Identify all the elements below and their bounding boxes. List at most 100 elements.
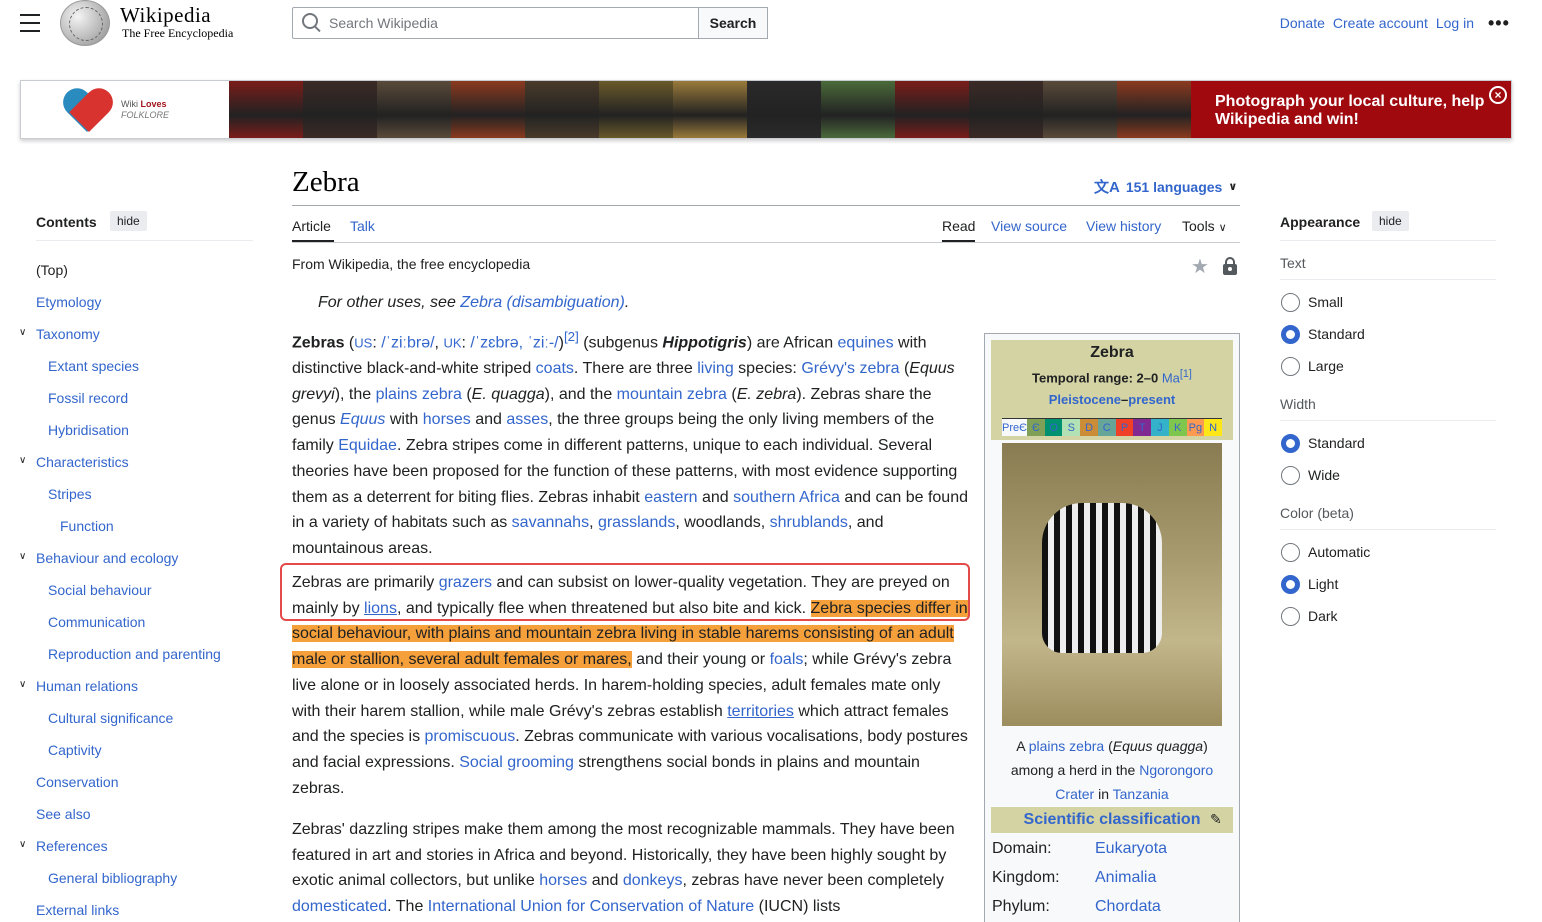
toc-item[interactable]: Communication bbox=[48, 614, 145, 630]
banner-photo-strip[interactable] bbox=[229, 81, 1191, 138]
banner-photo bbox=[673, 81, 747, 138]
radio-label[interactable]: Standard bbox=[1308, 435, 1365, 451]
ma-link[interactable]: Ma bbox=[1162, 370, 1180, 385]
toc-item[interactable]: General bibliography bbox=[48, 870, 177, 886]
timeline-period[interactable]: Є bbox=[1027, 419, 1045, 436]
radio-button[interactable] bbox=[1281, 543, 1300, 562]
banner-logo-wiki: Wiki bbox=[121, 98, 138, 109]
toc-hide-button[interactable]: hide bbox=[110, 211, 147, 231]
timeline-period[interactable]: O bbox=[1044, 419, 1063, 436]
timeline-period[interactable]: K bbox=[1168, 419, 1187, 436]
toc-item[interactable]: (Top) bbox=[36, 262, 68, 278]
tab-view-history[interactable]: View history bbox=[1086, 218, 1161, 234]
toc-item[interactable]: Characteristics bbox=[36, 454, 129, 470]
scientific-classification-header[interactable]: Scientific classification bbox=[991, 807, 1233, 833]
timeline-period[interactable]: C bbox=[1097, 419, 1116, 436]
toc-item[interactable]: Extant species bbox=[48, 358, 139, 374]
radio-label[interactable]: Wide bbox=[1308, 467, 1340, 483]
featured-star-icon[interactable]: ★ bbox=[1191, 254, 1209, 279]
pleistocene-link[interactable]: Pleistocene bbox=[1049, 392, 1121, 407]
timeline-period[interactable]: P bbox=[1115, 419, 1134, 436]
tab-talk[interactable]: Talk bbox=[350, 218, 375, 234]
toc-item[interactable]: Taxonomy bbox=[36, 326, 100, 342]
tab-read[interactable]: Read bbox=[942, 218, 975, 234]
toc-item[interactable]: Conservation bbox=[36, 774, 119, 790]
classification-value-link[interactable]: Eukaryota bbox=[1095, 840, 1167, 858]
donate-link[interactable]: Donate bbox=[1280, 15, 1325, 31]
toc-item[interactable]: Hybridisation bbox=[48, 422, 129, 438]
toc-item[interactable]: Stripes bbox=[48, 486, 92, 502]
toc-chevron-icon[interactable]: ∨ bbox=[19, 455, 26, 466]
radio-button[interactable] bbox=[1281, 357, 1300, 376]
toc-item[interactable]: External links bbox=[36, 902, 119, 918]
radio-button[interactable] bbox=[1281, 607, 1300, 626]
main-menu-icon[interactable] bbox=[20, 14, 40, 32]
timeline-period[interactable]: D bbox=[1080, 419, 1098, 436]
toc-item[interactable]: Reproduction and parenting bbox=[48, 646, 221, 662]
radio-label[interactable]: Automatic bbox=[1308, 544, 1370, 560]
radio-label[interactable]: Small bbox=[1308, 294, 1343, 310]
radio-label[interactable]: Dark bbox=[1308, 608, 1338, 624]
toc-item[interactable]: Cultural significance bbox=[48, 710, 173, 726]
toc-chevron-icon[interactable]: ∨ bbox=[19, 679, 26, 690]
radio-label[interactable]: Large bbox=[1308, 358, 1344, 374]
disambiguation-link[interactable]: Zebra (disambiguation) bbox=[460, 294, 625, 311]
zebra-photo[interactable] bbox=[1002, 443, 1222, 726]
radio-button[interactable] bbox=[1281, 466, 1300, 485]
radio-button[interactable] bbox=[1281, 575, 1300, 594]
tab-view-source[interactable]: View source bbox=[991, 218, 1067, 234]
lock-icon[interactable] bbox=[1222, 257, 1238, 275]
plains-zebra-link[interactable]: plains zebra bbox=[1029, 738, 1105, 754]
classification-value-link[interactable]: Animalia bbox=[1095, 869, 1156, 887]
radio-button[interactable] bbox=[1281, 325, 1300, 344]
page-title: Zebra bbox=[292, 166, 360, 198]
toc-item[interactable]: Captivity bbox=[48, 742, 102, 758]
timeline-period[interactable]: Pg bbox=[1186, 419, 1205, 436]
toc-item[interactable]: References bbox=[36, 838, 108, 854]
tools-dropdown[interactable]: Tools ∨ bbox=[1182, 218, 1227, 234]
toc-item[interactable]: See also bbox=[36, 806, 90, 822]
log-in-link[interactable]: Log in bbox=[1436, 15, 1474, 31]
timeline-period[interactable]: T bbox=[1133, 419, 1152, 436]
radio-label[interactable]: Standard bbox=[1308, 326, 1365, 342]
wikipedia-wordmark[interactable]: Wikipedia bbox=[120, 3, 211, 28]
wiki-loves-folklore-logo[interactable]: Wiki Loves FOLKLORE bbox=[21, 81, 229, 138]
timeline-period[interactable]: S bbox=[1062, 419, 1081, 436]
toc-item[interactable]: Behaviour and ecology bbox=[36, 550, 178, 566]
user-links: Donate Create account Log in bbox=[1280, 15, 1474, 31]
toc-chevron-icon[interactable]: ∨ bbox=[19, 839, 26, 850]
tools-label: Tools bbox=[1182, 218, 1215, 234]
search-button[interactable]: Search bbox=[698, 7, 768, 39]
banner-photo bbox=[451, 81, 525, 138]
wikipedia-globe-logo[interactable] bbox=[60, 0, 110, 46]
toc-chevron-icon[interactable]: ∨ bbox=[19, 327, 26, 338]
range-ref[interactable]: [1] bbox=[1180, 368, 1192, 380]
close-icon[interactable]: × bbox=[1489, 86, 1507, 104]
wikipedia-tagline: The Free Encyclopedia bbox=[122, 26, 234, 40]
tanzania-link[interactable]: Tanzania bbox=[1113, 786, 1169, 802]
banner-cta[interactable]: Photograph your local culture, help Wiki… bbox=[1191, 81, 1511, 138]
tab-article[interactable]: Article bbox=[292, 218, 331, 234]
toc-item[interactable]: Etymology bbox=[36, 294, 101, 310]
classification-value-link[interactable]: Chordata bbox=[1095, 898, 1161, 916]
timeline-period[interactable]: N bbox=[1204, 419, 1222, 436]
language-button[interactable]: 文A 151 languages ∨ bbox=[1094, 176, 1237, 197]
timeline-period[interactable]: PreЄ bbox=[1002, 419, 1028, 436]
toc-heading: Contents bbox=[36, 214, 97, 230]
text-size-divider bbox=[1280, 279, 1496, 280]
present-link[interactable]: present bbox=[1128, 392, 1175, 407]
edit-pencil-icon[interactable]: ✎ bbox=[1210, 811, 1222, 828]
search-input[interactable]: Search Wikipedia bbox=[292, 7, 699, 39]
appearance-hide-button[interactable]: hide bbox=[1372, 211, 1409, 231]
create-account-link[interactable]: Create account bbox=[1333, 15, 1428, 31]
toc-chevron-icon[interactable]: ∨ bbox=[19, 551, 26, 562]
toc-item[interactable]: Social behaviour bbox=[48, 582, 152, 598]
toc-item[interactable]: Function bbox=[60, 518, 114, 534]
toc-item[interactable]: Fossil record bbox=[48, 390, 128, 406]
more-options-icon[interactable]: ••• bbox=[1488, 13, 1510, 34]
radio-button[interactable] bbox=[1281, 434, 1300, 453]
timeline-period[interactable]: J bbox=[1151, 419, 1169, 436]
radio-button[interactable] bbox=[1281, 293, 1300, 312]
toc-item[interactable]: Human relations bbox=[36, 678, 138, 694]
radio-label[interactable]: Light bbox=[1308, 576, 1338, 592]
